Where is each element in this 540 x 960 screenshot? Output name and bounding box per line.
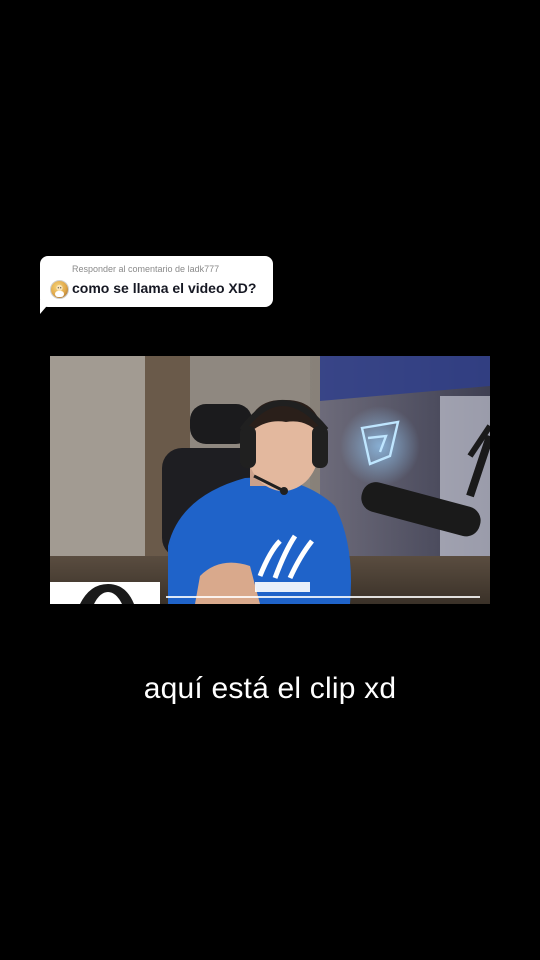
video-clip[interactable] bbox=[50, 356, 490, 604]
neon-glow bbox=[340, 406, 420, 486]
reply-header: Responder al comentario de ladk777 bbox=[72, 264, 220, 274]
stream-scene bbox=[50, 356, 490, 604]
reply-comment-bubble[interactable]: Responder al comentario de ladk777 como … bbox=[40, 256, 273, 307]
video-caption: aquí está el clip xd bbox=[143, 672, 397, 705]
video-progress-bar[interactable] bbox=[166, 596, 480, 598]
team-logo-icon bbox=[50, 582, 160, 604]
reply-bubble-tail bbox=[40, 300, 52, 314]
reply-comment-text: como se llama el video XD? bbox=[72, 280, 257, 296]
user-avatar-icon bbox=[50, 280, 69, 299]
